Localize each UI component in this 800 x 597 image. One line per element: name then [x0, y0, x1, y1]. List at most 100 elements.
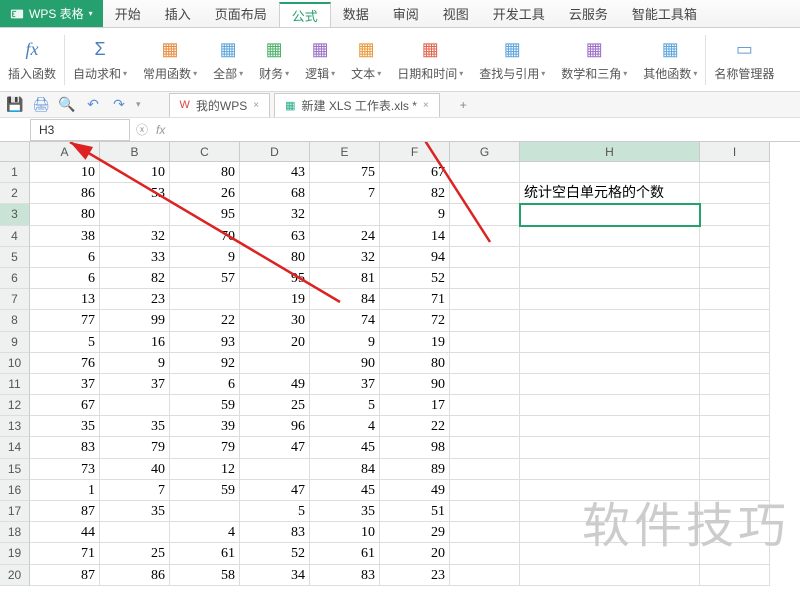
cell-F2[interactable]: 82	[380, 183, 450, 204]
menu-tab-5[interactable]: 审阅	[381, 0, 431, 27]
col-header-D[interactable]: D	[240, 142, 310, 162]
col-header-H[interactable]: H	[520, 142, 700, 162]
cell-C10[interactable]: 92	[170, 353, 240, 374]
cell-G8[interactable]	[450, 310, 520, 331]
row-header-5[interactable]: 5	[0, 247, 30, 268]
row-header-14[interactable]: 14	[0, 437, 30, 458]
cell-E1[interactable]: 75	[310, 162, 380, 183]
ribbon-其他函数[interactable]: ▦其他函数	[635, 32, 705, 87]
cell-I17[interactable]	[700, 501, 770, 522]
cell-G17[interactable]	[450, 501, 520, 522]
cell-H14[interactable]	[520, 437, 700, 458]
cell-C19[interactable]: 61	[170, 543, 240, 564]
cell-H17[interactable]	[520, 501, 700, 522]
cell-D2[interactable]: 68	[240, 183, 310, 204]
cell-C15[interactable]: 12	[170, 459, 240, 480]
cell-G12[interactable]	[450, 395, 520, 416]
cell-E18[interactable]: 10	[310, 522, 380, 543]
row-header-3[interactable]: 3	[0, 204, 30, 225]
cell-H19[interactable]	[520, 543, 700, 564]
cell-G15[interactable]	[450, 459, 520, 480]
cell-D11[interactable]: 49	[240, 374, 310, 395]
cell-C13[interactable]: 39	[170, 416, 240, 437]
menu-tab-7[interactable]: 开发工具	[481, 0, 557, 27]
cell-A12[interactable]: 67	[30, 395, 100, 416]
col-header-G[interactable]: G	[450, 142, 520, 162]
cell-A17[interactable]: 87	[30, 501, 100, 522]
close-icon[interactable]: ×	[423, 100, 429, 111]
cell-I1[interactable]	[700, 162, 770, 183]
cell-A9[interactable]: 5	[30, 332, 100, 353]
cell-F13[interactable]: 22	[380, 416, 450, 437]
cell-F18[interactable]: 29	[380, 522, 450, 543]
row-header-7[interactable]: 7	[0, 289, 30, 310]
cell-G20[interactable]	[450, 565, 520, 586]
ribbon-数学和三角[interactable]: ▦数学和三角	[553, 32, 635, 87]
cell-B3[interactable]	[100, 204, 170, 225]
cell-E13[interactable]: 4	[310, 416, 380, 437]
cell-H20[interactable]	[520, 565, 700, 586]
cell-D15[interactable]	[240, 459, 310, 480]
cell-E15[interactable]: 84	[310, 459, 380, 480]
cell-C12[interactable]: 59	[170, 395, 240, 416]
cell-D1[interactable]: 43	[240, 162, 310, 183]
cell-G5[interactable]	[450, 247, 520, 268]
save-icon[interactable]: 💾	[6, 96, 24, 114]
cell-C5[interactable]: 9	[170, 247, 240, 268]
menu-tab-3[interactable]: 公式	[279, 2, 331, 27]
ribbon-插入函数[interactable]: fx插入函数	[0, 32, 64, 87]
cell-A18[interactable]: 44	[30, 522, 100, 543]
cell-B7[interactable]: 23	[100, 289, 170, 310]
cell-E11[interactable]: 37	[310, 374, 380, 395]
row-header-1[interactable]: 1	[0, 162, 30, 183]
cell-E2[interactable]: 7	[310, 183, 380, 204]
row-header-10[interactable]: 10	[0, 353, 30, 374]
col-header-A[interactable]: A	[30, 142, 100, 162]
cell-E16[interactable]: 45	[310, 480, 380, 501]
cell-D8[interactable]: 30	[240, 310, 310, 331]
cell-A4[interactable]: 38	[30, 226, 100, 247]
cell-B18[interactable]	[100, 522, 170, 543]
cell-G11[interactable]	[450, 374, 520, 395]
cell-A7[interactable]: 13	[30, 289, 100, 310]
cell-H8[interactable]	[520, 310, 700, 331]
cell-A20[interactable]: 87	[30, 565, 100, 586]
cell-A1[interactable]: 10	[30, 162, 100, 183]
undo-icon[interactable]: ↶	[84, 96, 102, 114]
cell-I16[interactable]	[700, 480, 770, 501]
cell-H7[interactable]	[520, 289, 700, 310]
cell-E8[interactable]: 74	[310, 310, 380, 331]
cell-E17[interactable]: 35	[310, 501, 380, 522]
cell-B14[interactable]: 79	[100, 437, 170, 458]
name-box[interactable]: H3	[30, 119, 130, 141]
cell-B5[interactable]: 33	[100, 247, 170, 268]
cell-G13[interactable]	[450, 416, 520, 437]
close-icon[interactable]: ×	[253, 100, 259, 111]
cell-C16[interactable]: 59	[170, 480, 240, 501]
ribbon-查找与引用[interactable]: ▦查找与引用	[471, 32, 553, 87]
cell-E14[interactable]: 45	[310, 437, 380, 458]
cell-F1[interactable]: 67	[380, 162, 450, 183]
cell-D17[interactable]: 5	[240, 501, 310, 522]
cell-D5[interactable]: 80	[240, 247, 310, 268]
cell-C7[interactable]	[170, 289, 240, 310]
cell-I3[interactable]	[700, 204, 770, 225]
cell-E3[interactable]	[310, 204, 380, 225]
cell-D19[interactable]: 52	[240, 543, 310, 564]
fx-label[interactable]: fx	[156, 123, 165, 137]
cell-B17[interactable]: 35	[100, 501, 170, 522]
cell-D20[interactable]: 34	[240, 565, 310, 586]
cell-A5[interactable]: 6	[30, 247, 100, 268]
cell-A16[interactable]: 1	[30, 480, 100, 501]
row-header-19[interactable]: 19	[0, 543, 30, 564]
cell-A15[interactable]: 73	[30, 459, 100, 480]
cell-D16[interactable]: 47	[240, 480, 310, 501]
cell-F14[interactable]: 98	[380, 437, 450, 458]
cell-B8[interactable]: 99	[100, 310, 170, 331]
cell-H4[interactable]	[520, 226, 700, 247]
cell-C2[interactable]: 26	[170, 183, 240, 204]
cell-C17[interactable]	[170, 501, 240, 522]
cell-B12[interactable]	[100, 395, 170, 416]
menu-tab-0[interactable]: 开始	[103, 0, 153, 27]
cell-C1[interactable]: 80	[170, 162, 240, 183]
